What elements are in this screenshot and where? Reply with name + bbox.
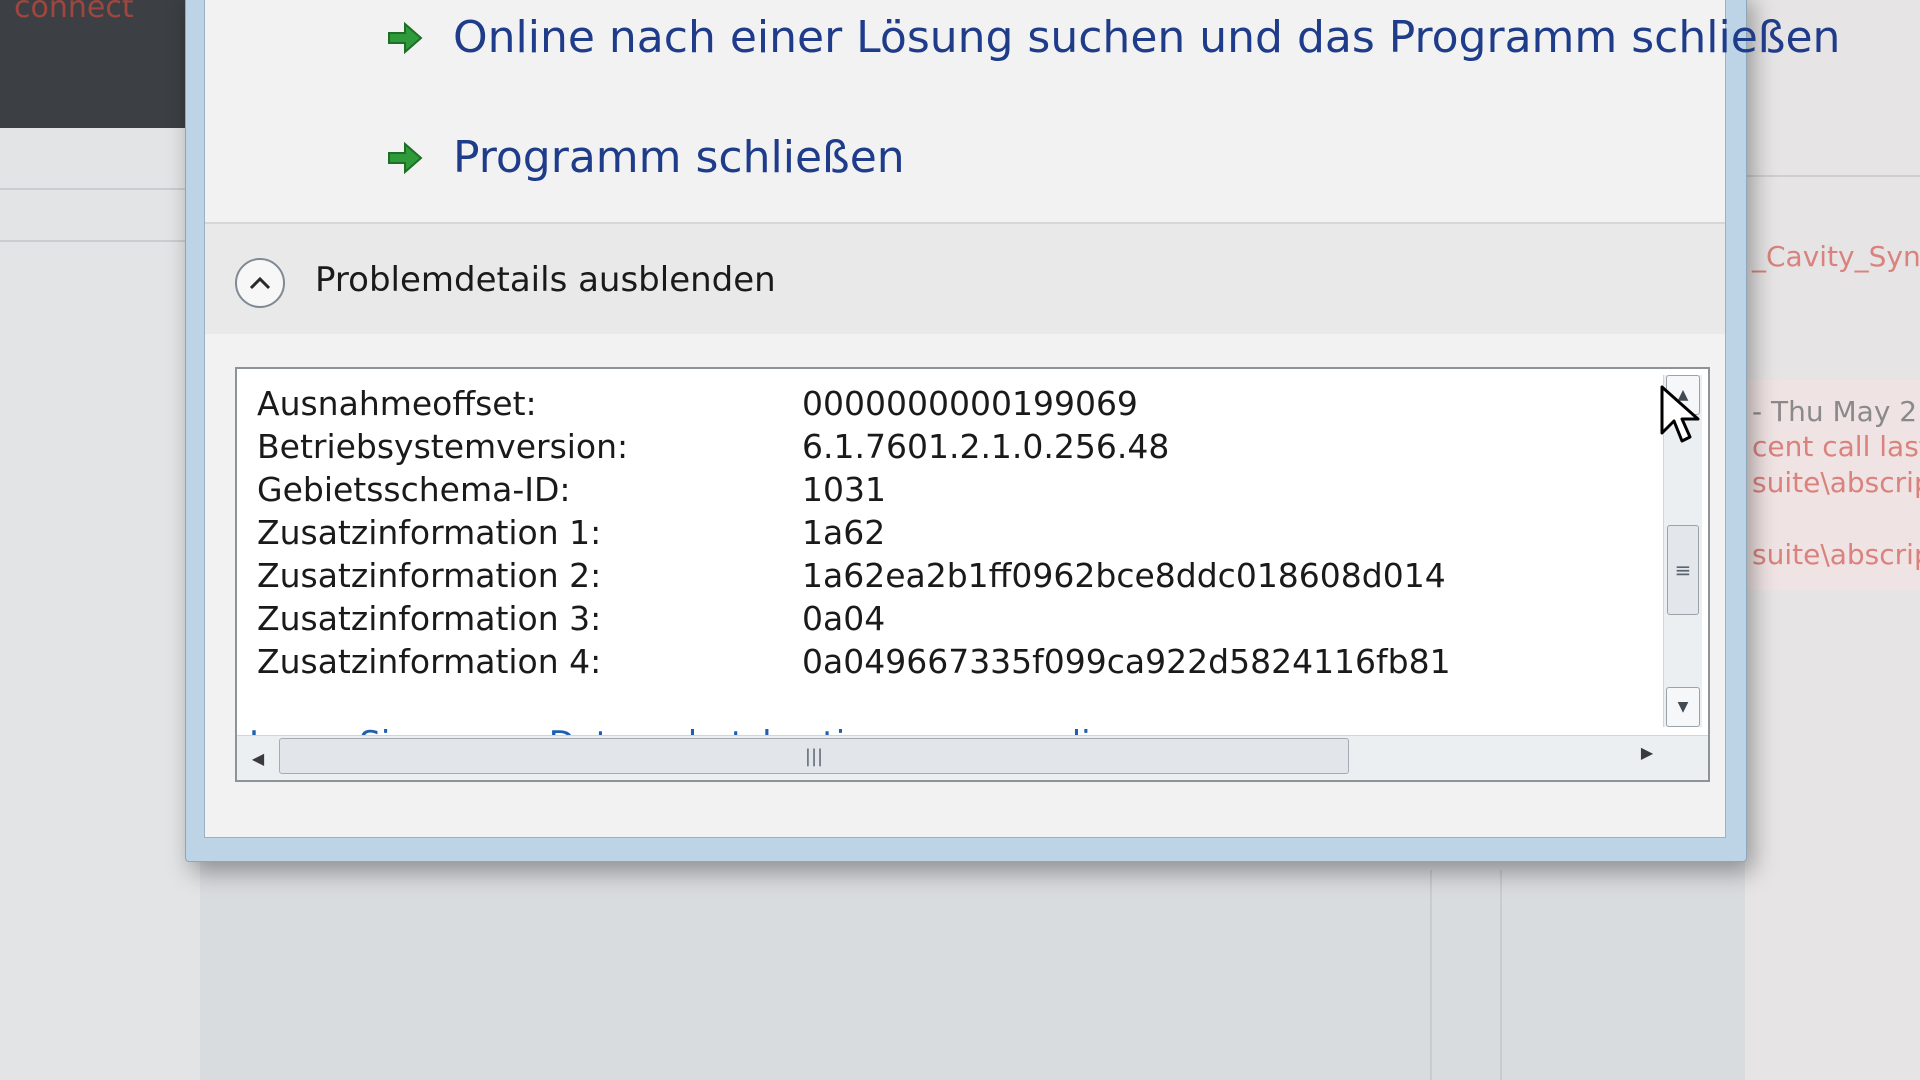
action-label: Programm schließen (453, 132, 905, 183)
detail-value: 6.1.7601.2.1.0.256.48 (802, 427, 1170, 466)
error-dialog: Online nach einer Lösung suchen und das … (185, 0, 1840, 862)
background-text: _Cavity_Synth (1752, 240, 1920, 273)
scroll-left-button[interactable]: ◀ (243, 742, 273, 774)
background-text: cent call last) (1752, 430, 1920, 463)
action-label: Online nach einer Lösung suchen und das … (453, 12, 1841, 63)
background-divider (1745, 175, 1920, 177)
detail-key: Ausnahmeoffset: (257, 384, 537, 423)
detail-key: Zusatzinformation 3: (257, 599, 602, 638)
detail-row: Zusatzinformation 3: 0a04 (257, 599, 885, 638)
detail-key: Zusatzinformation 4: (257, 642, 602, 681)
scroll-right-button[interactable]: ▶ (1632, 736, 1662, 768)
scroll-left-arrow-icon: ◀ (251, 748, 265, 768)
background-text: suite\abscript (1752, 466, 1920, 499)
green-arrow-icon (388, 141, 423, 174)
detail-row: Zusatzinformation 4: 0a049667335f099ca92… (257, 642, 1451, 681)
detail-key: Zusatzinformation 1: (257, 513, 602, 552)
background-text: suite\abscript (1752, 538, 1920, 571)
action-search-online-and-close[interactable]: Online nach einer Lösung suchen und das … (385, 12, 1840, 63)
detail-value: 1a62ea2b1ff0962bce8ddc018608d014 (802, 556, 1446, 595)
background-app-header: connect (0, 0, 200, 128)
detail-row: Zusatzinformation 1: 1a62 (257, 513, 885, 552)
scroll-right-arrow-icon: ▶ (1640, 742, 1654, 762)
horizontal-scrollbar[interactable]: ◀ ||| ▶ (237, 735, 1708, 780)
scroll-down-button[interactable]: ▼ (1666, 687, 1700, 727)
detail-row: Zusatzinformation 2: 1a62ea2b1ff0962bce8… (257, 556, 1446, 595)
detail-row: Betriebsystemversion: 6.1.7601.2.1.0.256… (257, 427, 1169, 466)
action-close-program[interactable]: Programm schließen (385, 132, 905, 183)
background-app-title: connect (14, 0, 134, 25)
background-divider (0, 240, 200, 242)
problem-details-box[interactable]: Ausnahmeoffset: 0000000000199069 Betrieb… (235, 367, 1710, 782)
detail-value: 0a049667335f099ca922d5824116fb81 (802, 642, 1451, 681)
grip-icon: ||| (804, 745, 824, 767)
detail-value: 0a04 (802, 599, 886, 638)
background-divider (1430, 870, 1432, 1080)
detail-row: Gebietsschema-ID: 1031 (257, 470, 886, 509)
background-divider (0, 188, 200, 190)
detail-key: Betriebsystemversion: (257, 427, 629, 466)
hide-details-button[interactable] (235, 258, 285, 308)
hide-details-label[interactable]: Problemdetails ausblenden (315, 260, 776, 300)
green-arrow-icon (388, 21, 423, 54)
background-divider (1500, 870, 1502, 1080)
chevron-up-icon (249, 276, 271, 290)
detail-value: 1031 (802, 470, 886, 509)
vertical-scroll-thumb[interactable]: ≡ (1667, 525, 1699, 615)
detail-key: Gebietsschema-ID: (257, 470, 571, 509)
background-text: - Thu May 2 (1752, 395, 1918, 428)
dialog-content: Online nach einer Lösung suchen und das … (204, 0, 1840, 838)
detail-value: 1a62 (802, 513, 886, 552)
grip-icon: ≡ (1674, 558, 1692, 582)
detail-key: Zusatzinformation 2: (257, 556, 602, 595)
horizontal-scroll-thumb[interactable]: ||| (279, 738, 1349, 774)
background-left-panel (0, 128, 200, 1080)
detail-value: 0000000000199069 (802, 384, 1138, 423)
detail-row: Ausnahmeoffset: 0000000000199069 (257, 384, 1138, 423)
mouse-pointer-icon (1660, 385, 1700, 443)
scroll-down-arrow-icon: ▼ (1677, 699, 1689, 715)
